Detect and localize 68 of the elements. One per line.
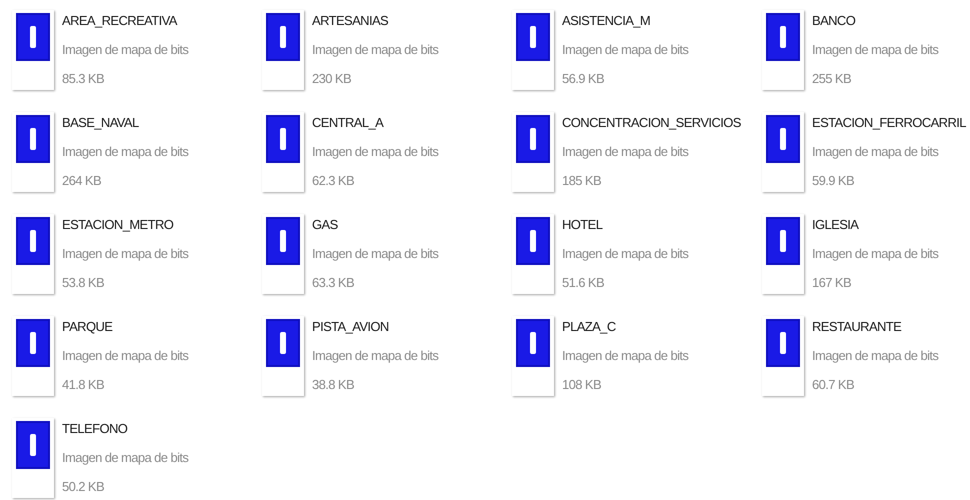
file-type: Imagen de mapa de bits xyxy=(62,143,188,161)
file-type: Imagen de mapa de bits xyxy=(312,245,438,263)
file-type: Imagen de mapa de bits xyxy=(62,347,188,365)
file-name[interactable]: ARTESANIAS xyxy=(312,6,438,35)
file-name[interactable]: BANCO xyxy=(812,6,938,35)
sign-thumbnail[interactable] xyxy=(512,112,554,192)
file-type: Imagen de mapa de bits xyxy=(62,245,188,263)
file-name[interactable]: TELEFONO xyxy=(62,414,188,443)
sign-thumbnail[interactable] xyxy=(262,316,304,396)
file-size: 56.9 KB xyxy=(562,70,606,88)
file-name[interactable]: ESTACION_FERROCARRIL xyxy=(812,108,966,137)
sign-thumbnail[interactable] xyxy=(762,316,804,396)
file-type: Imagen de mapa de bits xyxy=(62,449,188,467)
file-size: 108 KB xyxy=(562,376,602,394)
file-type: Imagen de mapa de bits xyxy=(312,143,438,161)
file-name[interactable]: GAS xyxy=(312,210,438,239)
sign-thumbnail[interactable] xyxy=(762,10,804,90)
sign-thumbnail[interactable] xyxy=(12,10,54,90)
file-size: 50.2 KB xyxy=(62,478,106,496)
file-size: 41.8 KB xyxy=(62,376,106,394)
file-size: 59.9 KB xyxy=(812,172,856,190)
file-size: 255 KB xyxy=(812,70,852,88)
sign-thumbnail[interactable] xyxy=(762,112,804,192)
sign-thumbnail[interactable] xyxy=(262,112,304,192)
file-size: 85.3 KB xyxy=(62,70,106,88)
file-name[interactable]: PISTA_AVION xyxy=(312,312,438,341)
file-type: Imagen de mapa de bits xyxy=(312,347,438,365)
file-name[interactable]: BASE_NAVAL xyxy=(62,108,188,137)
sign-thumbnail[interactable] xyxy=(762,214,804,294)
file-size: 167 KB xyxy=(812,274,852,292)
file-size: 60.7 KB xyxy=(812,376,856,394)
file-size: 185 KB xyxy=(562,172,602,190)
file-size: 264 KB xyxy=(62,172,102,190)
file-size: 63.3 KB xyxy=(312,274,356,292)
file-name[interactable]: IGLESIA xyxy=(812,210,938,239)
file-name[interactable]: CENTRAL_A xyxy=(312,108,438,137)
sign-thumbnail[interactable] xyxy=(262,10,304,90)
sign-thumbnail[interactable] xyxy=(12,316,54,396)
file-type: Imagen de mapa de bits xyxy=(562,143,690,161)
file-type: Imagen de mapa de bits xyxy=(812,41,938,59)
file-name[interactable]: PARQUE xyxy=(62,312,188,341)
file-type: Imagen de mapa de bits xyxy=(312,41,438,59)
file-size: 230 KB xyxy=(312,70,352,88)
file-name[interactable]: CONCENTRACION_SERVICIOS xyxy=(562,108,741,137)
file-name[interactable]: RESTAURANTE xyxy=(812,312,938,341)
sign-thumbnail[interactable] xyxy=(262,214,304,294)
file-size: 53.8 KB xyxy=(62,274,106,292)
file-type: Imagen de mapa de bits xyxy=(812,347,938,365)
file-name[interactable]: ESTACION_METRO xyxy=(62,210,188,239)
sign-thumbnail[interactable] xyxy=(512,316,554,396)
file-type: Imagen de mapa de bits xyxy=(812,245,938,263)
file-name[interactable]: ASISTENCIA_M xyxy=(562,6,688,35)
file-size: 38.8 KB xyxy=(312,376,356,394)
file-size: 51.6 KB xyxy=(562,274,606,292)
file-type: Imagen de mapa de bits xyxy=(562,41,688,59)
file-type: Imagen de mapa de bits xyxy=(562,245,688,263)
sign-thumbnail[interactable] xyxy=(512,10,554,90)
sign-thumbnail[interactable] xyxy=(12,418,54,498)
file-type: Imagen de mapa de bits xyxy=(562,347,688,365)
file-name[interactable]: HOTEL xyxy=(562,210,688,239)
sign-thumbnail[interactable] xyxy=(512,214,554,294)
file-name[interactable]: PLAZA_C xyxy=(562,312,688,341)
sign-thumbnail[interactable] xyxy=(12,112,54,192)
file-size: 62.3 KB xyxy=(312,172,356,190)
file-type: Imagen de mapa de bits xyxy=(812,143,940,161)
file-name[interactable]: AREA_RECREATIVA xyxy=(62,6,188,35)
file-type: Imagen de mapa de bits xyxy=(62,41,188,59)
sign-thumbnail[interactable] xyxy=(12,214,54,294)
